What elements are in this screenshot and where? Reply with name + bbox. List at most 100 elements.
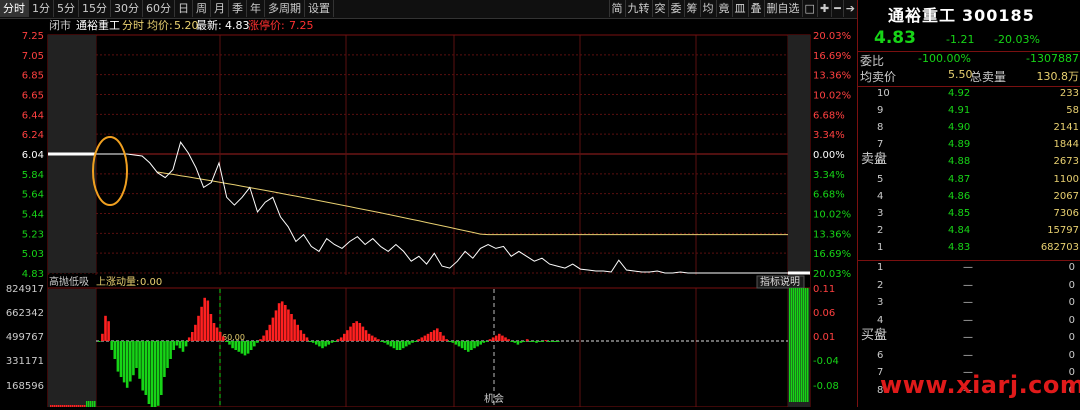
level-volume: 0 [1068, 314, 1075, 326]
total-sell-label: 总卖量 [970, 70, 1007, 84]
ind-bar [803, 288, 805, 402]
level-price: 4.86 [948, 190, 971, 202]
pct-tick-label: 0.00% [813, 150, 845, 161]
tool-button[interactable]: 皿 [731, 0, 748, 17]
period-tab[interactable]: 月 [211, 0, 229, 17]
period-tab[interactable]: 5分 [54, 0, 79, 17]
level-volume: 0 [1068, 262, 1075, 273]
watermark: www.xiarj.com [880, 371, 1080, 399]
buy-level-row[interactable]: 6 — 0 [858, 350, 1080, 367]
period-tab[interactable]: 60分 [143, 0, 175, 17]
momentum-bar [169, 341, 172, 359]
momentum-bar [125, 341, 129, 388]
indicator-title: 高抛低吸 [49, 275, 89, 288]
momentum-bar [305, 337, 309, 341]
period-tab[interactable]: 15分 [79, 0, 111, 17]
tool-button[interactable]: ━ [831, 0, 843, 17]
price-tick-label: 5.23 [22, 229, 44, 240]
momentum-bar [138, 341, 141, 379]
momentum-bar [302, 333, 306, 341]
sell-level-row[interactable]: 2 4.84 15797 [858, 225, 1080, 242]
weicha-value: -1307887 [1026, 52, 1079, 65]
tool-button[interactable]: 均 [699, 0, 716, 17]
period-tab[interactable]: 周 [193, 0, 211, 17]
momentum-bar [361, 326, 365, 341]
pct-tick-label: 3.34% [813, 130, 845, 141]
tool-button[interactable]: 叠 [747, 0, 764, 17]
momentum-bar [408, 341, 411, 345]
momentum-bar [156, 341, 160, 406]
sell-level-row[interactable]: 1 4.83 682703 [858, 242, 1080, 259]
momentum-bar [209, 314, 213, 341]
indicator-tick-label: 0.11 [813, 284, 835, 295]
buy-level-row[interactable]: 4 — 0 [858, 315, 1080, 332]
annotation-opportunity: 机会 [484, 392, 504, 405]
tool-button[interactable]: ✚ [816, 0, 831, 17]
tool-button[interactable]: 筹 [683, 0, 700, 17]
sell-level-row[interactable]: 3 4.85 7306 [858, 208, 1080, 225]
sell-level-row[interactable]: 10 4.92 233 [858, 88, 1080, 105]
momentum-bar [246, 341, 250, 354]
avg-price-line [157, 171, 788, 236]
momentum-bar [538, 341, 541, 342]
sell-level-row[interactable]: 4 4.86 2067 [858, 191, 1080, 208]
pct-tick-label: 3.34% [813, 170, 845, 181]
momentum-bar [510, 341, 513, 342]
period-tab[interactable]: 季 [229, 0, 247, 17]
momentum-bar [181, 341, 185, 352]
buy-level-row[interactable]: 3 — 0 [858, 297, 1080, 314]
annotation-small: 60.00 [222, 333, 245, 342]
tool-button[interactable]: 九转 [624, 0, 652, 17]
momentum-bar [544, 340, 548, 342]
momentum-bar [160, 341, 163, 395]
intraday-chart[interactable]: 闭市 通裕重工 分时 均价: 5.20 最新: 4.83 涨停价: 7.25 7… [0, 18, 857, 410]
sell-level-row[interactable]: 9 4.91 58 [858, 105, 1080, 122]
price-tick-label: 5.64 [22, 190, 44, 201]
sell-level-row[interactable]: 8 4.90 2141 [858, 122, 1080, 139]
tool-button[interactable]: 委 [667, 0, 684, 17]
momentum-bar [144, 341, 148, 395]
momentum-bar [187, 337, 191, 341]
avg-sell-row: 均卖价 5.50 总卖量 130.8万 [858, 68, 1080, 85]
momentum-bar [222, 336, 225, 341]
momentum-bar [284, 305, 287, 341]
momentum-bar [231, 341, 234, 349]
period-tab[interactable]: 分时 [0, 0, 29, 17]
sell-level-row[interactable]: 6 4.88 2673 [858, 156, 1080, 173]
momentum-bar [423, 335, 427, 341]
sell-level-row[interactable]: 7 4.89 1844 [858, 139, 1080, 156]
period-tab[interactable]: 设置 [305, 0, 334, 17]
tool-button[interactable]: 竟 [715, 0, 732, 17]
level-price: — [963, 349, 973, 361]
price-tick-label: 5.84 [22, 170, 44, 181]
momentum-bar [479, 341, 482, 345]
period-tab[interactable]: 多周期 [265, 0, 305, 17]
indicator-tick-label: 0.06 [813, 308, 835, 319]
period-tab[interactable]: 30分 [111, 0, 143, 17]
buy-level-row[interactable]: 5 — 0 [858, 332, 1080, 349]
buy-level-row[interactable]: 2 — 0 [858, 280, 1080, 297]
tool-button[interactable]: ➔ [842, 0, 857, 17]
momentum-bar [336, 339, 340, 341]
pct-tick-label: 16.69% [813, 249, 851, 260]
momentum-bar [147, 341, 151, 404]
tool-button[interactable]: □ [801, 0, 817, 17]
momentum-bar [358, 323, 362, 341]
tool-button[interactable]: 删自选 [763, 0, 802, 17]
buy-level-row[interactable]: 1 — 0 [858, 262, 1080, 279]
avg-price-label: 均价: [147, 19, 173, 32]
period-tab[interactable]: 日 [175, 0, 193, 17]
momentum-bar [274, 310, 278, 341]
period-tab[interactable]: 1分 [29, 0, 54, 17]
sell-level-row[interactable]: 5 4.87 1100 [858, 174, 1080, 191]
tool-button[interactable]: 简 [608, 0, 625, 17]
price-tick-label: 6.65 [22, 91, 44, 102]
momentum-bar [525, 339, 529, 341]
momentum-bar [132, 341, 135, 376]
weibi-row: 委比 -100.00% -1307887 [858, 52, 1080, 69]
level-number: 5 [877, 332, 884, 343]
latest-price-label: 最新: [196, 18, 222, 32]
tool-button[interactable]: 突 [651, 0, 668, 17]
period-tab[interactable]: 年 [247, 0, 265, 17]
momentum-bar [436, 328, 439, 341]
